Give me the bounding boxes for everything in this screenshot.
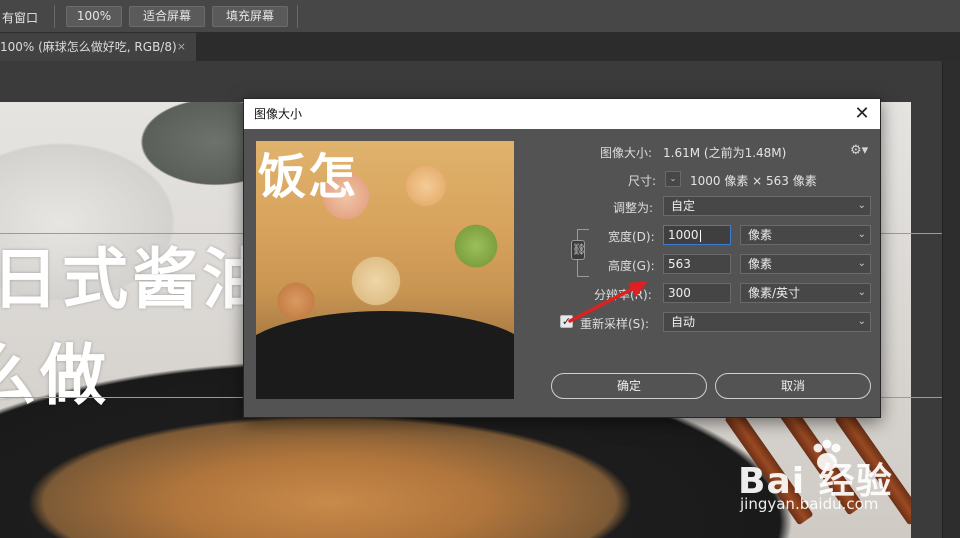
fit-to-label: 调整为:	[613, 201, 654, 215]
dialog-title: 图像大小	[254, 107, 303, 121]
width-unit-value: 像素	[748, 228, 773, 242]
window-option-label[interactable]: 有窗口	[2, 9, 38, 26]
height-unit-value: 像素	[748, 257, 773, 271]
options-bar: 有窗口 100% 适合屏幕 填充屏幕	[0, 0, 960, 33]
zoom-100-button[interactable]: 100%	[66, 6, 122, 27]
document-tab[interactable]: 100% (麻球怎么做好吃, RGB/8) ×	[0, 33, 196, 61]
resolution-unit-select[interactable]: 像素/英寸 ⌄	[740, 283, 871, 303]
height-value: 563	[668, 257, 691, 271]
document-tab-title: 100% (麻球怎么做好吃, RGB/8)	[0, 40, 177, 54]
height-input[interactable]: 563	[663, 254, 731, 274]
options-divider	[54, 5, 55, 28]
image-preview[interactable]: 饭怎	[256, 141, 514, 399]
chevron-down-icon: ⌄	[857, 229, 866, 240]
gear-icon[interactable]: ⚙▾	[850, 143, 868, 158]
dimensions-unit-dropdown[interactable]: ⌄	[665, 171, 681, 187]
dialog-titlebar[interactable]: 图像大小 ✕	[244, 99, 880, 129]
image-size-value: 1.61M (之前为1.48M)	[663, 146, 787, 160]
cancel-button[interactable]: 取消	[715, 373, 871, 399]
dimensions-value: 1000 像素 × 563 像素	[690, 174, 817, 188]
resample-select[interactable]: 自动 ⌄	[663, 312, 871, 332]
height-label: 高度(G):	[608, 259, 655, 273]
resolution-value: 300	[668, 286, 691, 300]
chain-link-icon[interactable]: ⛓	[571, 240, 586, 260]
chevron-down-icon: ⌄	[857, 258, 866, 269]
fit-to-select[interactable]: 自定 ⌄	[663, 196, 871, 216]
resolution-unit-value: 像素/英寸	[748, 286, 801, 300]
width-label: 宽度(D):	[608, 230, 655, 244]
red-arrow	[568, 281, 648, 323]
image-size-dialog: 图像大小 ✕ 饭怎 图像大小: 1.61M (之前为1.48M) ⚙▾ 尺寸: …	[243, 98, 881, 418]
preview-bowl	[256, 311, 514, 399]
height-unit-select[interactable]: 像素 ⌄	[740, 254, 871, 274]
canvas-title-line-2: 么做	[0, 337, 110, 414]
fill-screen-button[interactable]: 填充屏幕	[212, 6, 288, 27]
preview-text: 饭怎	[258, 149, 359, 205]
close-tab-icon[interactable]: ×	[177, 33, 186, 61]
chevron-down-icon: ⌄	[857, 200, 866, 211]
resolution-input[interactable]: 300	[663, 283, 731, 303]
options-divider	[297, 5, 298, 28]
chevron-down-icon: ⌄	[857, 287, 866, 298]
fit-to-value: 自定	[671, 199, 696, 213]
image-size-label: 图像大小:	[600, 146, 653, 160]
dimensions-label: 尺寸:	[628, 174, 657, 188]
width-value: 1000	[668, 228, 699, 242]
fit-screen-button[interactable]: 适合屏幕	[129, 6, 205, 27]
canvas-title-line-1: 日式酱油	[0, 241, 272, 318]
text-cursor	[699, 229, 701, 242]
document-tab-bar: 100% (麻球怎么做好吃, RGB/8) ×	[0, 33, 960, 61]
panel-edge	[942, 61, 960, 538]
watermark-url: jingyan.baidu.com	[740, 495, 879, 513]
resample-value: 自动	[671, 315, 696, 329]
width-input[interactable]: 1000	[663, 225, 731, 245]
chevron-down-icon: ⌄	[857, 316, 866, 327]
width-unit-select[interactable]: 像素 ⌄	[740, 225, 871, 245]
close-dialog-icon[interactable]: ✕	[850, 99, 874, 129]
ok-button[interactable]: 确定	[551, 373, 707, 399]
